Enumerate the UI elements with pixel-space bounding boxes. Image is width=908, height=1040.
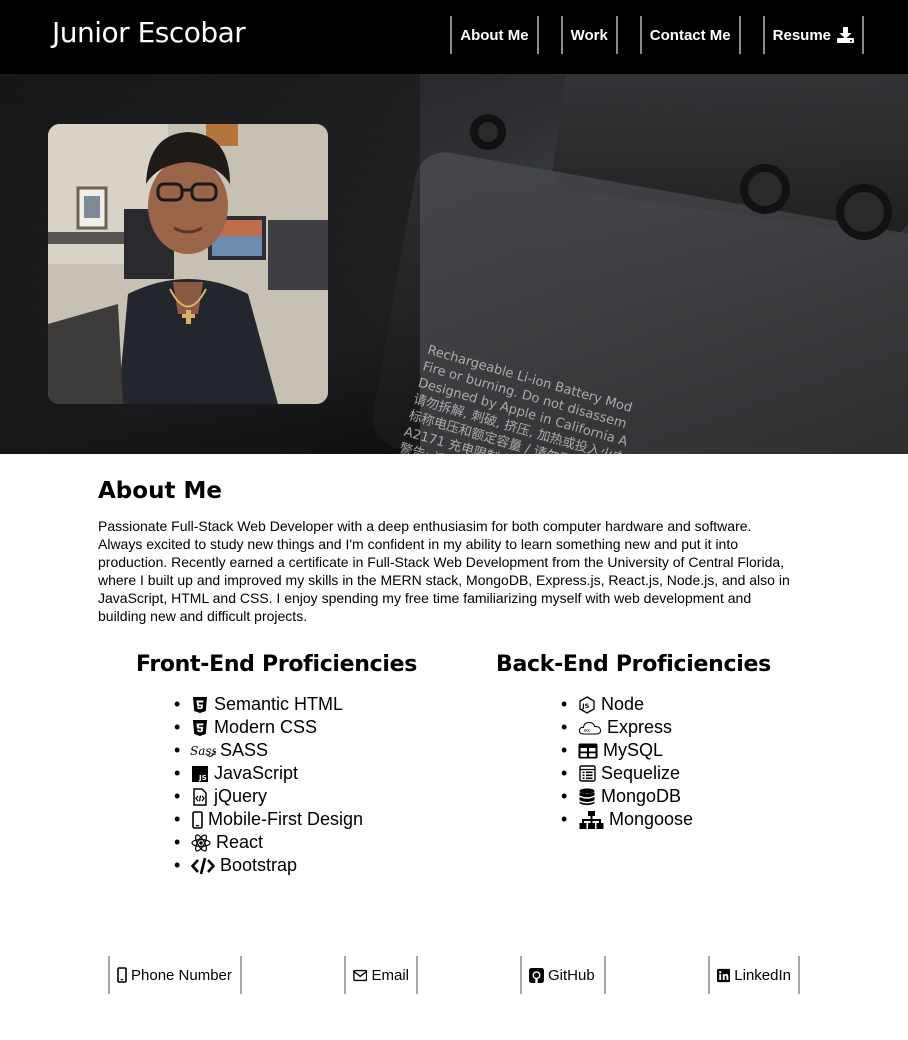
skill-label: React [216, 832, 264, 852]
skill-label: JavaScript [214, 763, 299, 783]
hero-screw [740, 164, 790, 214]
javascript-icon: JS [190, 765, 210, 783]
skill-label: Semantic HTML [214, 694, 344, 714]
list-item: • JS Node [561, 694, 645, 714]
nav-contact-button[interactable]: Contact Me [639, 16, 741, 54]
hero-screw [836, 184, 892, 240]
skill-label: Mobile-First Design [208, 809, 364, 829]
list-item: • MySQL [561, 740, 664, 760]
site-brand[interactable]: Junior Escobar [52, 16, 246, 49]
github-button[interactable]: GitHub [520, 956, 606, 994]
linkedin-icon [717, 968, 731, 982]
svg-text:JS: JS [581, 702, 589, 710]
skill-label: jQuery [214, 786, 268, 806]
list-item: • jQuery [174, 786, 268, 806]
css3-icon [190, 719, 210, 737]
list-item: • Sequelize [561, 763, 681, 783]
frontend-title: Front-End Proficiencies [136, 652, 418, 677]
github-icon [529, 967, 544, 983]
list-alt-icon [577, 765, 597, 783]
cloud-icon: ex [577, 719, 603, 737]
mobile-icon [190, 810, 204, 829]
skill-label: Bootstrap [220, 855, 298, 875]
svg-text:ex: ex [584, 728, 590, 734]
react-icon [190, 833, 212, 852]
nav-resume-button[interactable]: Resume [762, 16, 864, 54]
nav-about-label: About Me [460, 26, 529, 44]
list-item: • MongoDB [561, 786, 682, 806]
list-item: • Bootstrap [174, 855, 298, 875]
about-text: Passionate Full-Stack Web Developer with… [98, 518, 790, 624]
list-item: • JS JavaScript [174, 763, 299, 783]
nodejs-icon: JS [577, 695, 597, 714]
list-item: • Sass SASS [174, 740, 269, 760]
email-button[interactable]: Email [344, 956, 418, 994]
backend-title: Back-End Proficiencies [496, 652, 771, 677]
phone-label: Phone Number [131, 966, 232, 984]
backend-list: • JS Node • ex Express • MySQL • Sequeli… [561, 693, 693, 831]
nav-about-button[interactable]: About Me [450, 16, 539, 54]
nav-work-button[interactable]: Work [560, 16, 618, 54]
html5-icon [190, 696, 210, 714]
skill-label: SASS [220, 740, 269, 760]
file-code-icon [190, 787, 210, 806]
skill-label: Node [601, 694, 645, 714]
list-item: • Mongoose [561, 809, 694, 829]
list-item: • Semantic HTML [174, 694, 344, 714]
envelope-icon [353, 969, 368, 981]
mobile-icon [117, 967, 127, 983]
skill-label: Sequelize [601, 763, 681, 783]
linkedin-label: LinkedIn [734, 966, 791, 984]
list-item: • Mobile-First Design [174, 809, 364, 829]
about-title: About Me [98, 478, 222, 504]
code-icon [190, 857, 216, 875]
hero-screw [470, 114, 506, 150]
main-nav: About Me Work Contact Me Resume [450, 16, 864, 54]
skill-label: Mongoose [609, 809, 694, 829]
email-label: Email [371, 966, 409, 984]
nav-work-label: Work [570, 26, 608, 44]
github-label: GitHub [548, 966, 595, 984]
nav-contact-label: Contact Me [649, 26, 731, 44]
nav-resume-label: Resume [772, 26, 831, 44]
list-item: • Modern CSS [174, 717, 318, 737]
svg-text:JS: JS [198, 774, 207, 782]
list-item: • React [174, 832, 264, 852]
skill-label: MongoDB [601, 786, 682, 806]
table-icon [577, 742, 599, 760]
list-item: • ex Express [561, 717, 673, 737]
site-header: Junior Escobar About Me Work Contact Me … [0, 0, 908, 74]
linkedin-button[interactable]: LinkedIn [708, 956, 800, 994]
download-icon [837, 27, 854, 43]
sitemap-icon [577, 810, 605, 829]
database-icon [577, 787, 597, 806]
sass-icon: Sass [190, 742, 216, 760]
skill-label: MySQL [603, 740, 664, 760]
skill-label: Modern CSS [214, 717, 318, 737]
profile-photo [48, 124, 328, 404]
phone-button[interactable]: Phone Number [108, 956, 242, 994]
frontend-list: • Semantic HTML • Modern CSS • Sass SASS… [174, 693, 363, 877]
skill-label: Express [607, 717, 673, 737]
